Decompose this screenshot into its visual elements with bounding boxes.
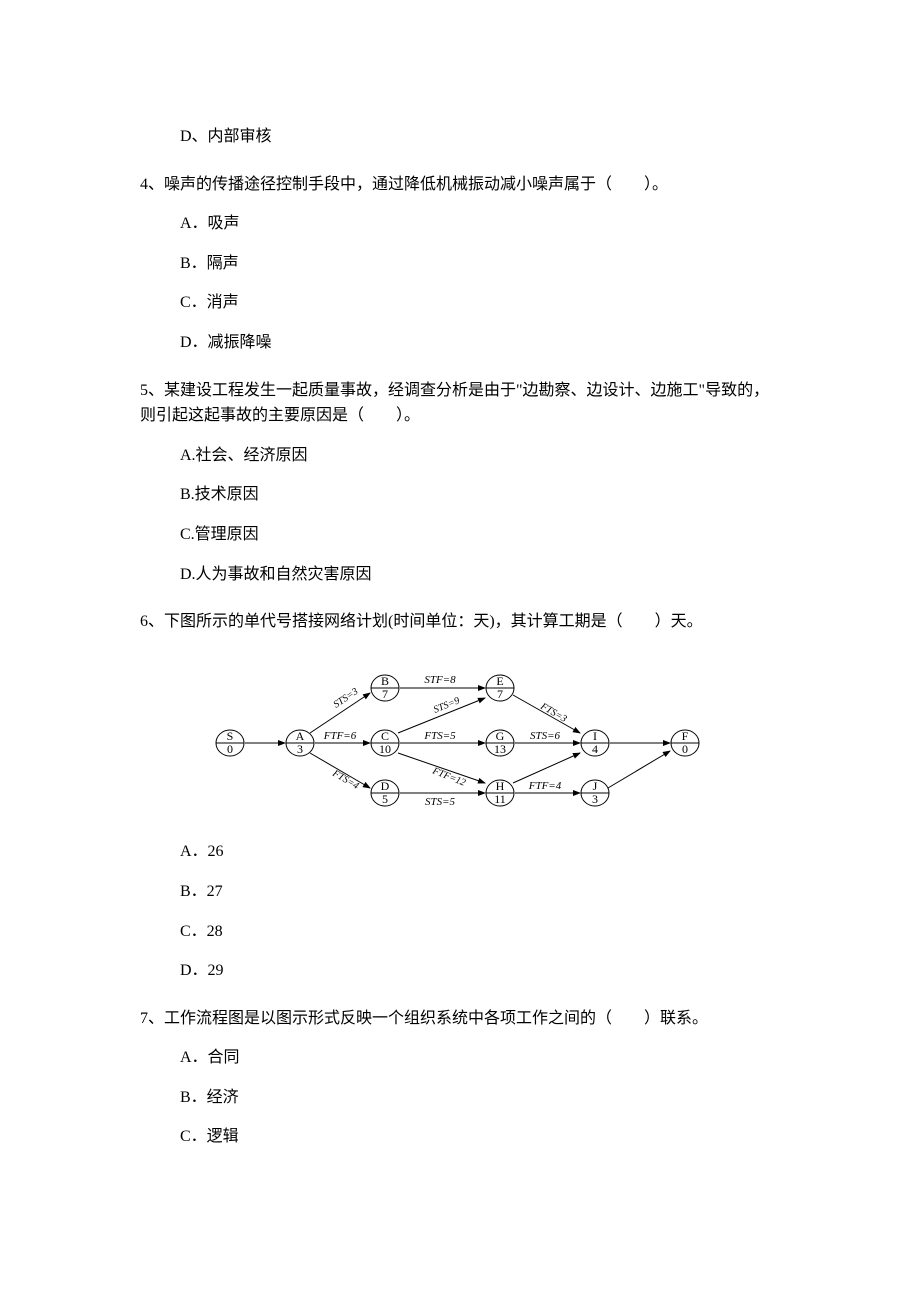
node-i: I 4 [581, 729, 609, 756]
network-svg: S 0 A 3 B 7 C 10 [210, 653, 710, 813]
node-a: A 3 [286, 729, 314, 756]
q6-option-a: A．26 [180, 839, 780, 865]
q5-line1: 5、某建设工程发生一起质量事故，经调查分析是由于"边勘察、边设计、边施工"导致的… [140, 382, 769, 399]
svg-text:10: 10 [379, 742, 391, 756]
svg-text:7: 7 [382, 687, 388, 701]
svg-text:G: G [496, 729, 505, 743]
q5-option-a: A.社会、经济原因 [180, 443, 780, 469]
svg-text:F: F [682, 729, 689, 743]
node-e: E 7 [486, 674, 514, 701]
node-b: B 7 [371, 674, 399, 701]
svg-text:FTS=3: FTS=3 [538, 700, 569, 724]
q6-option-c: C．28 [180, 919, 780, 945]
svg-text:I: I [593, 729, 597, 743]
svg-text:A: A [296, 729, 305, 743]
q6-option-d: D．29 [180, 958, 780, 984]
node-h: H 11 [486, 779, 514, 806]
q5-option-b: B.技术原因 [180, 482, 780, 508]
svg-text:S: S [227, 729, 234, 743]
svg-text:0: 0 [682, 742, 688, 756]
svg-text:11: 11 [494, 792, 506, 806]
q7-option-a: A．合同 [180, 1045, 780, 1071]
svg-text:3: 3 [592, 792, 598, 806]
svg-text:H: H [496, 779, 505, 793]
svg-text:STF=8: STF=8 [424, 674, 456, 686]
svg-text:B: B [381, 674, 389, 688]
svg-text:FTF=12: FTF=12 [430, 765, 467, 789]
svg-text:J: J [593, 779, 598, 793]
svg-text:D: D [381, 779, 390, 793]
q5-text: 5、某建设工程发生一起质量事故，经调查分析是由于"边勘察、边设计、边施工"导致的… [140, 378, 780, 429]
q6-text: 6、下图所示的单代号搭接网络计划(时间单位：天)，其计算工期是（ ）天。 [140, 609, 780, 635]
q4-option-b: B．隔声 [180, 251, 780, 277]
q5-option-d: D.人为事故和自然灾害原因 [180, 562, 780, 588]
q7-text: 7、工作流程图是以图示形式反映一个组织系统中各项工作之间的（ ）联系。 [140, 1006, 780, 1032]
q4-option-c: C．消声 [180, 290, 780, 316]
svg-text:7: 7 [497, 687, 503, 701]
q4-text: 4、噪声的传播途径控制手段中，通过降低机械振动减小噪声属于（ ）。 [140, 172, 780, 198]
node-f: F 0 [671, 729, 699, 756]
svg-text:5: 5 [382, 792, 388, 806]
node-s: S 0 [216, 729, 244, 756]
q4-option-d: D．减振降噪 [180, 330, 780, 356]
exam-page: D、内部审核 4、噪声的传播途径控制手段中，通过降低机械振动减小噪声属于（ ）。… [0, 0, 920, 1244]
q6-option-b: B．27 [180, 879, 780, 905]
q5-line2: 则引起这起事故的主要原因是（ ）。 [140, 407, 420, 424]
q7-option-b: B．经济 [180, 1085, 780, 1111]
network-diagram: S 0 A 3 B 7 C 10 [140, 653, 780, 822]
q3-option-d: D、内部审核 [180, 124, 780, 150]
node-g: G 13 [486, 729, 514, 756]
svg-text:FTF=4: FTF=4 [528, 780, 562, 792]
svg-text:4: 4 [592, 742, 598, 756]
svg-text:FTS=5: FTS=5 [423, 730, 456, 742]
node-d: D 5 [371, 779, 399, 806]
svg-text:E: E [496, 674, 503, 688]
svg-text:STS=5: STS=5 [425, 796, 456, 808]
svg-text:13: 13 [494, 742, 506, 756]
svg-text:FTF=6: FTF=6 [323, 730, 357, 742]
q7-option-c: C．逻辑 [180, 1124, 780, 1150]
svg-text:3: 3 [297, 742, 303, 756]
svg-text:STS=9: STS=9 [432, 695, 461, 715]
svg-text:FTS=4: FTS=4 [330, 767, 361, 791]
node-j: J 3 [581, 779, 609, 806]
svg-text:0: 0 [227, 742, 233, 756]
svg-text:STS=6: STS=6 [530, 730, 561, 742]
q4-option-a: A．吸声 [180, 211, 780, 237]
node-c: C 10 [371, 729, 399, 756]
svg-text:STS=3: STS=3 [332, 686, 361, 710]
svg-text:C: C [381, 729, 389, 743]
q5-option-c: C.管理原因 [180, 522, 780, 548]
